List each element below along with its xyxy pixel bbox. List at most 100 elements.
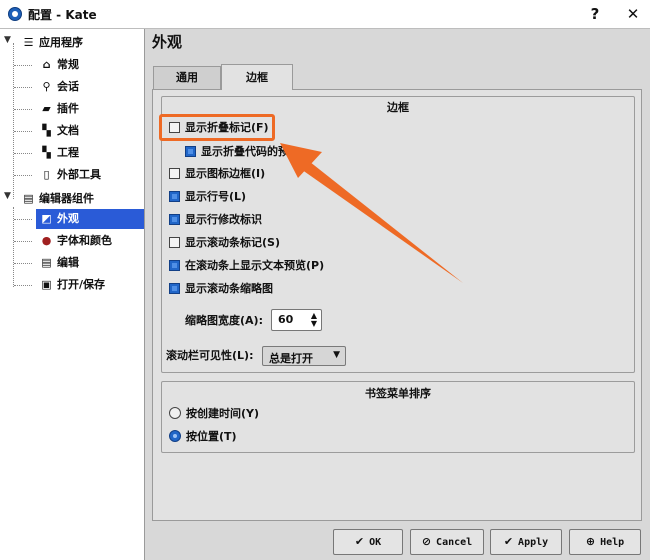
sidebar-item-documents[interactable]: ▚ 文档 — [40, 121, 142, 141]
tree-branch — [14, 131, 32, 132]
search-icon: ⚲ — [42, 80, 51, 93]
button-label: Help — [600, 537, 625, 548]
option-show-line-modification[interactable]: 显示行修改标识 — [169, 212, 262, 228]
sidebar-item-label: 编辑 — [57, 256, 79, 269]
checkbox-checked[interactable] — [169, 259, 180, 271]
sidebar-group-label: 编辑器组件 — [39, 192, 94, 205]
cancel-button[interactable]: ⊘ Cancel — [410, 529, 484, 555]
option-label: 显示行修改标识 — [185, 213, 262, 226]
sidebar-item-plugins[interactable]: ▰ 插件 — [40, 99, 142, 119]
checkbox-unchecked[interactable] — [169, 167, 180, 179]
sidebar-group-application[interactable]: ☰ 应用程序 — [22, 33, 142, 53]
sidebar-item-appearance[interactable]: ◩ 外观 — [36, 209, 144, 229]
chevron-down-icon: ▼ — [333, 350, 340, 360]
home-icon: ⌂ — [42, 58, 51, 71]
color-icon: ● — [41, 234, 52, 247]
sidebar-item-label: 外部工具 — [57, 168, 101, 181]
button-label: OK — [369, 537, 382, 548]
option-sort-by-creation[interactable]: 按创建时间(Y) — [169, 406, 259, 422]
sidebar-item-label: 插件 — [57, 102, 79, 115]
option-label: 按位置(T) — [186, 430, 237, 443]
option-label: 显示滚动条标记(S) — [185, 236, 280, 249]
option-show-line-numbers[interactable]: 显示行号(L) — [169, 189, 246, 205]
plugin-icon: ▰ — [42, 102, 51, 115]
option-label: 显示折叠代码的预 — [201, 145, 289, 158]
option-label: 在滚动条上显示文本预览(P) — [185, 259, 325, 272]
settings-sidebar: ▼ ☰ 应用程序 ⌂ 常规 ⚲ 会话 ▰ 插件 ▚ 文档 ▚ 工程 ▯ 外部工具 ▼ ▤ 编辑器… — [0, 29, 145, 560]
button-label: Apply — [518, 537, 549, 548]
button-label: Cancel — [436, 537, 473, 548]
title-bar: 配置 - Kate ? ✕ — [0, 0, 650, 29]
tab-general[interactable]: 通用 — [153, 66, 221, 90]
sidebar-item-label: 文档 — [57, 124, 79, 137]
checkbox-unchecked[interactable] — [169, 236, 180, 248]
sidebar-item-projects[interactable]: ▚ 工程 — [40, 143, 142, 163]
sidebar-item-general[interactable]: ⌂ 常规 — [40, 55, 142, 75]
option-show-scrollbar-minimap[interactable]: 显示滚动条缩略图 — [169, 281, 273, 297]
tree-branch — [14, 109, 32, 110]
page-title: 外观 — [152, 33, 183, 51]
tree-branch — [14, 87, 32, 88]
option-scrollbar-text-preview[interactable]: 在滚动条上显示文本预览(P) — [169, 258, 324, 274]
tree-branch — [14, 153, 32, 154]
option-label: 显示滚动条缩略图 — [185, 282, 273, 295]
option-label: 显示行号(L) — [185, 190, 247, 203]
sidebar-item-fonts-colors[interactable]: ● 字体和颜色 — [40, 231, 142, 251]
option-show-folding-preview[interactable]: 显示折叠代码的预 — [185, 144, 289, 160]
checkbox-checked[interactable] — [169, 190, 180, 202]
sidebar-item-editing[interactable]: ▤ 编辑 — [40, 253, 142, 273]
tree-branch — [14, 263, 32, 264]
checkmark-icon: ✔ — [503, 535, 514, 548]
help-button[interactable]: ⊕ Help — [569, 529, 641, 555]
annotation-highlight-box — [159, 114, 275, 141]
chevron-down-icon[interactable]: ▼ — [4, 35, 11, 45]
tree-branch — [14, 65, 32, 66]
scrollbar-visibility-label: 滚动栏可见性(L): — [166, 349, 254, 362]
project-icon: ▚ — [42, 146, 51, 159]
option-label: 显示图标边框(I) — [185, 167, 266, 180]
option-show-icon-border[interactable]: 显示图标边框(I) — [169, 166, 265, 182]
borders-group-title: 边框 — [387, 101, 409, 114]
chevron-down-icon[interactable]: ▼ — [4, 191, 11, 201]
option-label: 按创建时间(Y) — [186, 407, 260, 420]
option-sort-by-position[interactable]: 按位置(T) — [169, 429, 237, 445]
checkbox-checked[interactable] — [169, 213, 180, 225]
scrollbar-visibility-dropdown[interactable]: 总是打开 ▼ — [262, 346, 346, 366]
edit-icon: ▤ — [41, 256, 52, 269]
checkbox-checked[interactable] — [169, 282, 180, 294]
checkbox-checked[interactable] — [185, 145, 196, 157]
help-question-button[interactable]: ? — [584, 3, 606, 25]
bookmarks-group-title: 书签菜单排序 — [365, 387, 431, 400]
cancel-icon: ⊘ — [421, 535, 432, 548]
sidebar-item-label: 字体和颜色 — [57, 234, 112, 247]
tree-branch — [14, 241, 32, 242]
dropdown-value: 总是打开 — [269, 352, 313, 365]
checkmark-icon: ✔ — [354, 535, 365, 548]
tree-branch — [14, 285, 32, 286]
radio-unchecked[interactable] — [169, 407, 181, 419]
radio-checked[interactable] — [169, 430, 181, 442]
sidebar-item-label: 外观 — [57, 212, 79, 225]
close-window-button[interactable]: ✕ — [622, 3, 644, 25]
chevron-down-icon[interactable]: ▼ — [311, 320, 317, 328]
ok-button[interactable]: ✔ OK — [333, 529, 403, 555]
sidebar-item-label: 会话 — [57, 80, 79, 93]
minimap-width-spinbox[interactable]: 60 ▲ ▼ — [271, 309, 322, 331]
menu-lines-icon: ☰ — [23, 36, 34, 49]
option-show-scrollbar-marks[interactable]: 显示滚动条标记(S) — [169, 235, 280, 251]
apply-button[interactable]: ✔ Apply — [490, 529, 562, 555]
sidebar-item-label: 工程 — [57, 146, 79, 159]
save-icon: ▣ — [41, 278, 52, 291]
sidebar-group-editor-component[interactable]: ▤ 编辑器组件 — [22, 189, 142, 209]
sidebar-item-open-save[interactable]: ▣ 打开/保存 — [40, 275, 142, 295]
appearance-icon: ◩ — [41, 212, 52, 225]
external-tools-icon: ▯ — [43, 168, 50, 181]
tree-branch — [14, 175, 32, 176]
tab-borders[interactable]: 边框 — [221, 64, 293, 90]
sidebar-item-sessions[interactable]: ⚲ 会话 — [40, 77, 142, 97]
help-icon: ⊕ — [585, 535, 596, 548]
sidebar-item-label: 打开/保存 — [57, 278, 106, 291]
document-icon: ▚ — [42, 124, 51, 137]
sidebar-item-external-tools[interactable]: ▯ 外部工具 — [40, 165, 142, 185]
editor-component-icon: ▤ — [23, 192, 34, 205]
